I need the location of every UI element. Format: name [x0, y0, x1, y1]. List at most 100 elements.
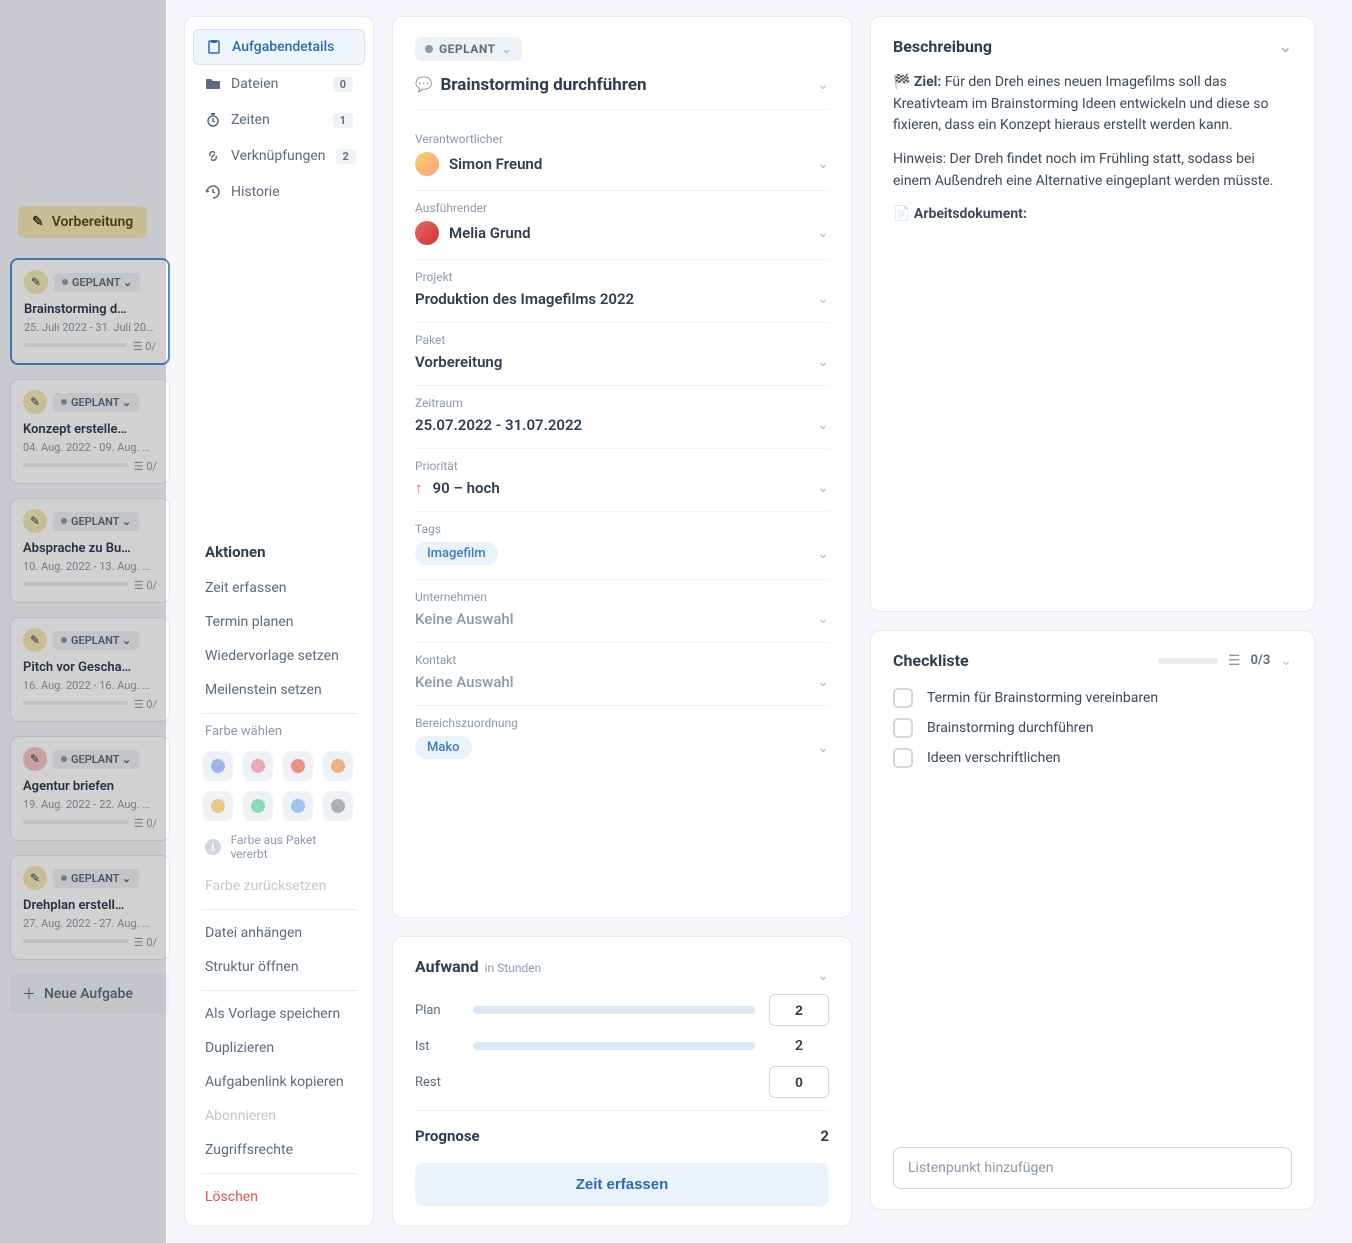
sidebar-tab-label: Aufgabendetails — [232, 39, 352, 55]
chevron-down-icon[interactable]: ⌄ — [817, 291, 829, 307]
executor-value[interactable]: Melia Grund — [415, 221, 817, 245]
chevron-down-icon: ⌄ — [502, 42, 513, 56]
tag[interactable]: Imagefilm — [415, 542, 498, 565]
sidebar-tab-label: Verknüpfungen — [231, 148, 326, 164]
color-red[interactable] — [283, 751, 313, 781]
chevron-down-icon[interactable]: ⌄ — [1280, 653, 1292, 669]
contact-value[interactable]: Keine Auswahl — [415, 673, 817, 691]
action-link[interactable]: Meilenstein setzen — [193, 673, 365, 707]
checklist-item: Brainstorming durchführen — [893, 718, 1292, 738]
effort-ist-bar — [473, 1042, 755, 1050]
chevron-down-icon[interactable]: ⌄ — [1279, 37, 1292, 56]
chevron-down-icon[interactable]: ⌄ — [817, 77, 829, 93]
chevron-down-icon[interactable]: ⌄ — [817, 740, 829, 756]
package-value[interactable]: Vorbereitung — [415, 353, 817, 371]
action-link[interactable]: Als Vorlage speichern — [193, 997, 365, 1031]
chevron-down-icon[interactable]: ⌄ — [817, 968, 829, 984]
project-value[interactable]: Produktion des Imagefilms 2022 — [415, 290, 817, 308]
tag[interactable]: Mako — [415, 736, 472, 759]
chevron-down-icon[interactable]: ⌄ — [817, 225, 829, 241]
checklist-item-label[interactable]: Termin für Brainstorming vereinbaren — [927, 690, 1158, 706]
sidebar-tab-folder[interactable]: Dateien0 — [193, 67, 365, 101]
action-link[interactable]: Termin planen — [193, 605, 365, 639]
task-title: Brainstorming durchführen — [440, 75, 809, 95]
color-yellow[interactable] — [203, 791, 233, 821]
action-link[interactable]: Aufgabenlink kopieren — [193, 1065, 365, 1099]
color-lightblue[interactable] — [283, 791, 313, 821]
effort-plan-input[interactable] — [769, 994, 829, 1026]
description-body[interactable]: 🏁 Ziel: Für den Dreh eines neuen Imagefi… — [893, 72, 1292, 226]
checkbox[interactable] — [893, 748, 913, 768]
checkbox[interactable] — [893, 688, 913, 708]
action-link[interactable]: Zeit erfassen — [193, 571, 365, 605]
list-icon: ☰ — [1228, 653, 1241, 669]
effort-ist-label: Ist — [415, 1039, 459, 1054]
color-pink[interactable] — [243, 751, 273, 781]
action-access-rights[interactable]: Zugriffsrechte — [193, 1133, 365, 1167]
chevron-down-icon[interactable]: ⌄ — [817, 480, 829, 496]
chevron-down-icon[interactable]: ⌄ — [817, 546, 829, 562]
description-title: Beschreibung — [893, 37, 992, 56]
sidebar-tab-history[interactable]: Historie — [193, 175, 365, 209]
effort-subtitle: in Stunden — [485, 961, 542, 975]
period-label: Zeitraum — [415, 396, 829, 410]
color-gray[interactable] — [323, 791, 353, 821]
sidebar-tab-badge: 0 — [333, 77, 353, 92]
flag-icon: 🏁 — [893, 74, 910, 90]
checklist-count: 0/3 — [1250, 653, 1270, 668]
action-link[interactable]: Duplizieren — [193, 1031, 365, 1065]
color-inherit-note: i Farbe aus Paket vererbt — [193, 829, 365, 869]
chevron-down-icon[interactable]: ⌄ — [817, 354, 829, 370]
checklist-card: Checkliste ☰ 0/3 ⌄ Termin für Brainstorm… — [870, 630, 1315, 1210]
sidebar-tab-link[interactable]: Verknüpfungen 2 — [193, 139, 365, 173]
color-picker — [193, 747, 365, 829]
checklist-items: Termin für Brainstorming vereinbaren Brai… — [893, 688, 1292, 768]
action-link[interactable]: Datei anhängen — [193, 916, 365, 950]
color-blue[interactable] — [203, 751, 233, 781]
color-label: Farbe wählen — [193, 720, 365, 747]
sidebar-tab-clipboard[interactable]: Aufgabendetails — [193, 29, 365, 65]
chevron-down-icon[interactable]: ⌄ — [817, 417, 829, 433]
chevron-down-icon[interactable]: ⌄ — [817, 156, 829, 172]
area-label: Bereichszuordnung — [415, 716, 829, 730]
history-icon — [205, 184, 221, 200]
folder-icon — [205, 76, 221, 92]
action-delete[interactable]: Löschen — [193, 1180, 365, 1214]
checklist-progress-bar — [1158, 658, 1218, 664]
sidebar-tab-label: Historie — [231, 184, 353, 200]
chevron-down-icon[interactable]: ⌄ — [817, 674, 829, 690]
page-icon: 📄 — [893, 206, 910, 222]
checklist-item-label[interactable]: Ideen verschriftlichen — [927, 750, 1060, 766]
task-status-badge[interactable]: GEPLANT ⌄ — [415, 37, 522, 61]
avatar — [415, 221, 439, 245]
speech-bubble-icon: 💬 — [415, 77, 432, 93]
area-value[interactable]: Mako — [415, 736, 817, 759]
checkbox[interactable] — [893, 718, 913, 738]
action-link[interactable]: Wiedervorlage setzen — [193, 639, 365, 673]
details-sidebar: Aufgabendetails Dateien0 Zeiten 1 Verknüpfun… — [184, 16, 374, 1227]
color-green[interactable] — [243, 791, 273, 821]
sidebar-tab-badge: 1 — [333, 113, 353, 128]
sidebar-tab-badge: 2 — [336, 149, 356, 164]
action-link[interactable]: Struktur öffnen — [193, 950, 365, 984]
responsible-value[interactable]: Simon Freund — [415, 152, 817, 176]
effort-rest-input[interactable] — [769, 1066, 829, 1098]
period-value[interactable]: 25.07.2022 - 31.07.2022 — [415, 416, 817, 434]
modal-backdrop[interactable] — [0, 0, 166, 1243]
effort-title: Aufwand — [415, 957, 479, 976]
color-reset: Farbe zurücksetzen — [193, 869, 365, 903]
chevron-down-icon[interactable]: ⌄ — [817, 611, 829, 627]
company-value[interactable]: Keine Auswahl — [415, 610, 817, 628]
tags-value[interactable]: Imagefilm — [415, 542, 817, 565]
contact-label: Kontakt — [415, 653, 829, 667]
priority-value[interactable]: ↑90 – hoch — [415, 479, 817, 497]
color-orange[interactable] — [323, 751, 353, 781]
sidebar-tab-label: Zeiten — [231, 112, 323, 128]
package-label: Paket — [415, 333, 829, 347]
record-time-button[interactable]: Zeit erfassen — [415, 1163, 829, 1206]
sidebar-tab-timer[interactable]: Zeiten 1 — [193, 103, 365, 137]
clipboard-icon — [206, 39, 222, 55]
checklist-add-input[interactable]: Listenpunkt hinzufügen — [893, 1147, 1292, 1189]
checklist-item-label[interactable]: Brainstorming durchführen — [927, 720, 1093, 736]
info-icon: i — [205, 839, 221, 855]
